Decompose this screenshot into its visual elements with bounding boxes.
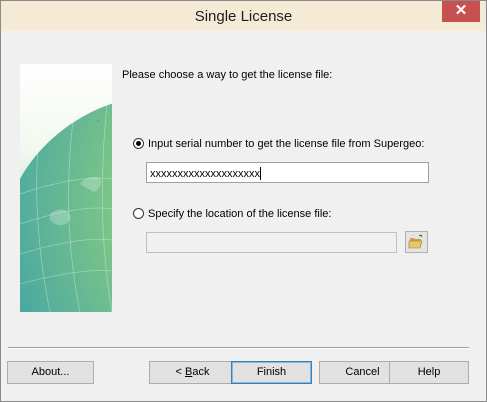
browse-button[interactable] xyxy=(405,231,428,253)
back-rest: ack xyxy=(192,366,210,378)
dialog-body: Please choose a way to get the license f… xyxy=(7,31,479,394)
folder-open-icon xyxy=(408,234,423,249)
close-button[interactable]: ✕ xyxy=(442,1,480,22)
back-button[interactable]: < Back xyxy=(149,361,236,384)
license-dialog: Single License ✕ Please choose a way to … xyxy=(0,0,487,402)
back-prefix: < xyxy=(175,366,185,378)
text-caret xyxy=(260,167,261,180)
license-location-radio-label[interactable]: Specify the location of the license file… xyxy=(148,208,331,220)
button-separator xyxy=(8,347,469,349)
close-icon: ✕ xyxy=(454,2,468,19)
window-title: Single License xyxy=(194,8,293,25)
help-button[interactable]: Help xyxy=(389,361,469,384)
serial-number-radio-label[interactable]: Input serial number to get the license f… xyxy=(148,138,424,150)
license-location-radio[interactable] xyxy=(133,208,144,219)
serial-number-input[interactable]: xxxxxxxxxxxxxxxxxxxx xyxy=(146,162,429,183)
serial-number-value: xxxxxxxxxxxxxxxxxxxx xyxy=(150,168,260,180)
globe-image xyxy=(20,64,112,312)
about-button[interactable]: About... xyxy=(7,361,94,384)
license-location-input[interactable] xyxy=(146,232,397,253)
serial-number-radio[interactable] xyxy=(133,138,144,149)
instruction-text: Please choose a way to get the license f… xyxy=(122,69,333,81)
title-bar: Single License ✕ xyxy=(1,1,486,31)
finish-button[interactable]: Finish xyxy=(231,361,312,384)
